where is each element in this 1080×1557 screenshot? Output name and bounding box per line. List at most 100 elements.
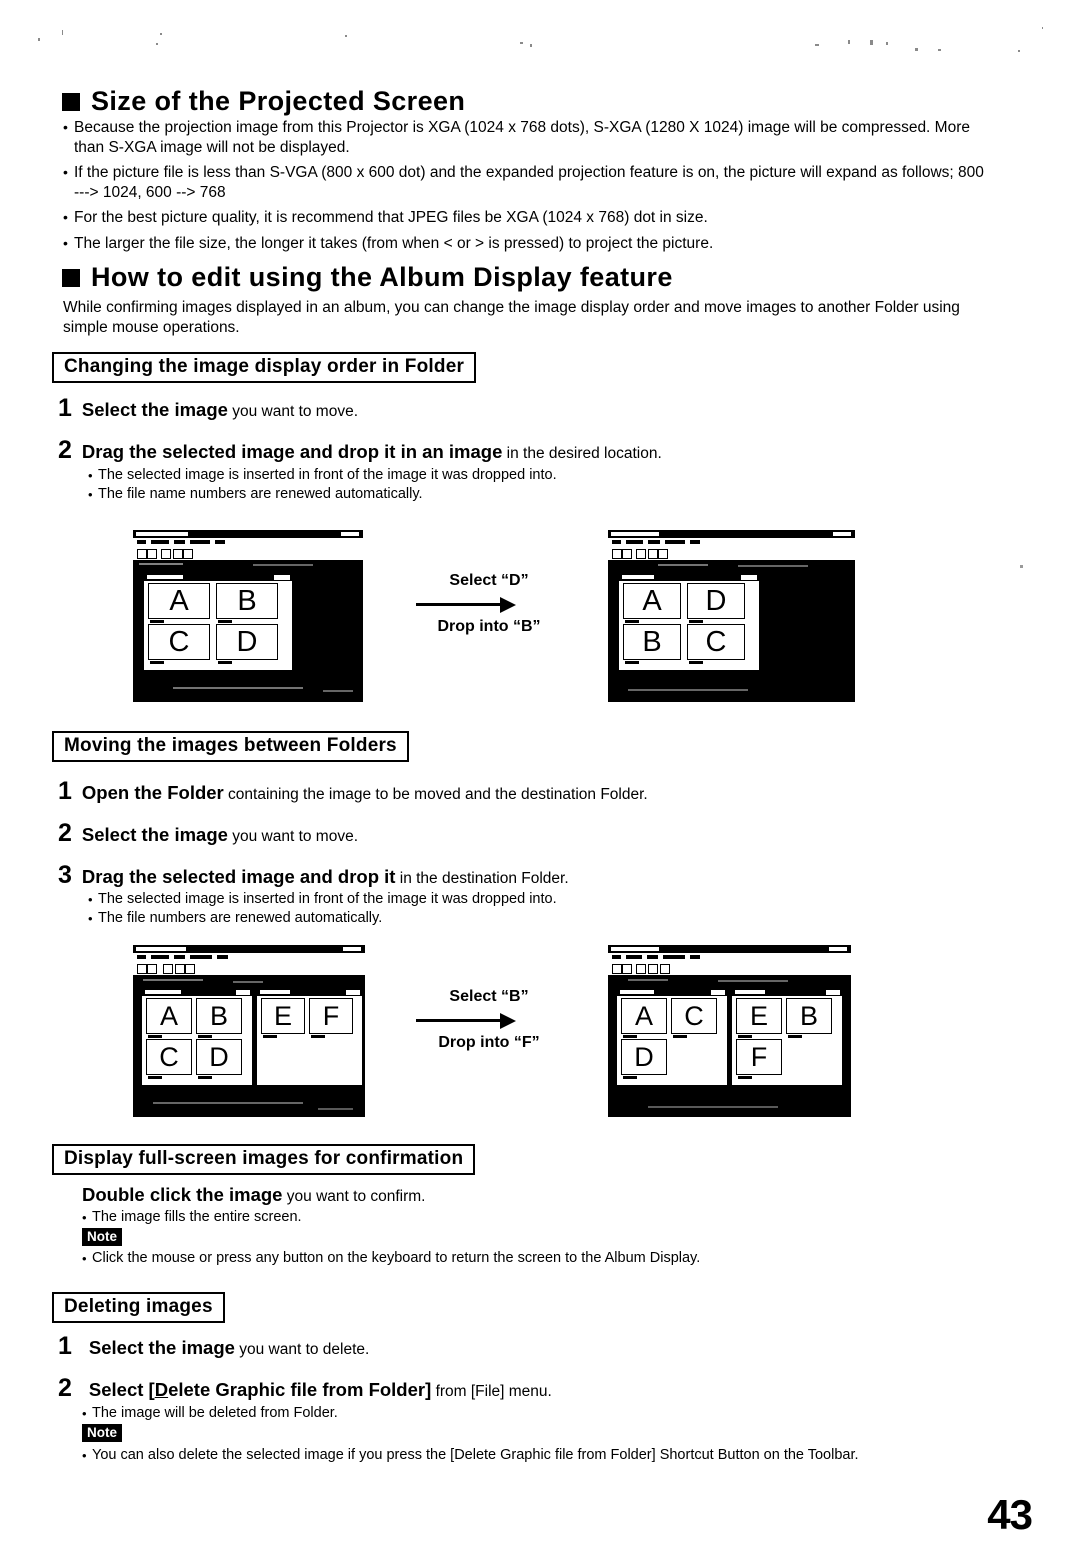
window-titlebar [133, 945, 365, 953]
section-heading-size-of-projected-screen: Size of the Projected Screen [62, 86, 465, 117]
thumbnail-item[interactable]: C [671, 998, 717, 1038]
step-bold-text: Open the Folder [81, 782, 224, 803]
step-text: Open the Folder containing the image to … [82, 781, 988, 806]
section1-heading-text: Size of the Projected Screen [91, 86, 466, 116]
note-badge: Note [82, 1424, 122, 1442]
thumbnail-grid: A B C D [146, 998, 249, 1079]
subsection2-notes-list: • The selected image is inserted in fron… [88, 890, 988, 928]
thumbnail-item[interactable]: D [216, 624, 278, 664]
bullet-dot-icon: • [82, 1210, 87, 1225]
list-item: • You can also delete the selected image… [82, 1446, 982, 1465]
thumbnail-label: C [684, 1000, 704, 1031]
scan-speckles [0, 0, 1080, 70]
section-heading-album-display-feature: How to edit using the Album Display feat… [62, 262, 673, 293]
note-badge: Note [82, 1228, 122, 1246]
subsection-title-changing-order: Changing the image display order in Fold… [52, 352, 477, 383]
thumbnail-item[interactable]: C [687, 624, 745, 664]
album-child-window-destination: E B F [731, 987, 843, 1086]
thumbnail-item[interactable]: F [736, 1039, 782, 1079]
step-item: 2 Select [Delete Graphic file from Folde… [58, 1376, 988, 1403]
list-item: • The image will be deleted from Folder. [82, 1404, 992, 1423]
thumbnail-item[interactable]: A [621, 998, 667, 1038]
note-text: The selected image is inserted in front … [98, 467, 557, 483]
step-number: 1 [58, 394, 72, 422]
thumbnail-label: D [705, 584, 727, 617]
subsection3-lead-text: Double click the image you want to confi… [82, 1183, 992, 1208]
window-canvas: A B C D [133, 561, 363, 702]
step-text: Select the image you want to move. [82, 823, 988, 848]
subsection3-note-items: • Click the mouse or press any button on… [82, 1249, 992, 1268]
window-canvas: A D B C [608, 561, 855, 702]
step-item: 2 Drag the selected image and drop it in… [58, 438, 988, 465]
step-item: 1 Select the image you want to move. [58, 396, 988, 423]
note-text: The selected image is inserted in front … [98, 891, 557, 907]
thumbnail-item[interactable]: A [623, 583, 681, 623]
subsection-title-deleting-images: Deleting images [52, 1292, 225, 1323]
step-normal-text: you want to delete. [234, 1341, 370, 1358]
album-child-window-source: A B C D [141, 987, 253, 1086]
step-item: 1 Open the Folder containing the image t… [58, 779, 988, 806]
step-bold-text: Select the image [88, 1337, 235, 1358]
lead-bold-text: Double click the image [82, 1184, 283, 1205]
thumbnail-item[interactable]: D [621, 1039, 667, 1079]
thumbnail-item[interactable]: E [736, 998, 782, 1038]
thumbnail-item[interactable]: A [146, 998, 192, 1038]
bullet-dot-icon: • [82, 1406, 87, 1421]
figure1-before-screenshot: A B C D [133, 530, 363, 702]
step-bold-text: elete Graphic file from Folder] [168, 1379, 432, 1400]
step-text: Select the image you want to delete. [89, 1336, 988, 1361]
child-window-titlebar [617, 988, 727, 996]
thumbnail-label: B [799, 1000, 818, 1031]
step-normal-text: from [File] menu. [431, 1383, 552, 1400]
window-menubar [608, 538, 855, 547]
window-toolbar [608, 962, 851, 976]
thumbnail-grid: A C D [621, 998, 724, 1079]
thumbnail-item[interactable]: B [196, 998, 242, 1038]
bullet-dot-icon: • [63, 234, 68, 251]
window-titlebar [608, 945, 851, 953]
thumbnail-label: B [209, 1000, 228, 1031]
step-number: 2 [58, 1374, 72, 1402]
figure1-annotation: Select “D” Drop into “B” [404, 572, 574, 636]
arrow-right-icon [404, 1012, 574, 1030]
step-normal-text: in the destination Folder. [395, 870, 569, 887]
subsection-title-full-screen-display: Display full-screen images for confirmat… [52, 1144, 476, 1175]
step-bold-text: Select the image [81, 824, 228, 845]
annotation-top-label: Select “B” [449, 988, 529, 1005]
subsection4-note-items: • You can also delete the selected image… [82, 1446, 982, 1465]
step-normal-text: containing the image to be moved and the… [223, 786, 648, 803]
square-bullet-icon [62, 268, 80, 287]
thumbnail-item[interactable]: F [309, 998, 353, 1038]
thumbnail-item[interactable]: A [148, 583, 210, 623]
thumbnail-label: D [209, 1041, 229, 1072]
section2-heading-text: How to edit using the Album Display feat… [91, 262, 673, 292]
thumbnail-item[interactable]: C [148, 624, 210, 664]
annotation-bottom-label: Drop into “F” [438, 1034, 540, 1051]
thumbnail-item[interactable]: D [687, 583, 745, 623]
step-normal-text: you want to move. [227, 403, 359, 420]
window-toolbar [133, 962, 365, 976]
thumbnail-label: C [159, 1041, 179, 1072]
child-window-titlebar [144, 573, 292, 581]
step-normal-text: in the desired location. [502, 445, 662, 462]
bullet-dot-icon: • [63, 164, 68, 180]
list-item: • For the best picture quality, it is re… [63, 208, 993, 228]
list-item: • Because the projection image from this… [63, 118, 993, 157]
step-text: Drag the selected image and drop it in t… [82, 865, 988, 890]
window-toolbar [608, 547, 855, 561]
note-text: The file name numbers are renewed automa… [98, 486, 423, 502]
child-window-titlebar [732, 988, 842, 996]
bullet-dot-icon: • [63, 119, 68, 135]
thumbnail-item[interactable]: C [146, 1039, 192, 1079]
thumbnail-label: F [750, 1041, 768, 1072]
thumbnail-item[interactable]: D [196, 1039, 242, 1079]
thumbnail-item[interactable]: E [261, 998, 305, 1038]
thumbnail-grid: A D B C [623, 583, 756, 664]
thumbnail-item[interactable]: B [623, 624, 681, 664]
thumbnail-label: F [322, 1000, 340, 1031]
thumbnail-item[interactable]: B [786, 998, 832, 1038]
thumbnail-item[interactable]: B [216, 583, 278, 623]
scan-speckle [1020, 565, 1023, 568]
step-item: 2 Select the image you want to move. [58, 821, 988, 848]
figure2-annotation: Select “B” Drop into “F” [404, 988, 574, 1052]
